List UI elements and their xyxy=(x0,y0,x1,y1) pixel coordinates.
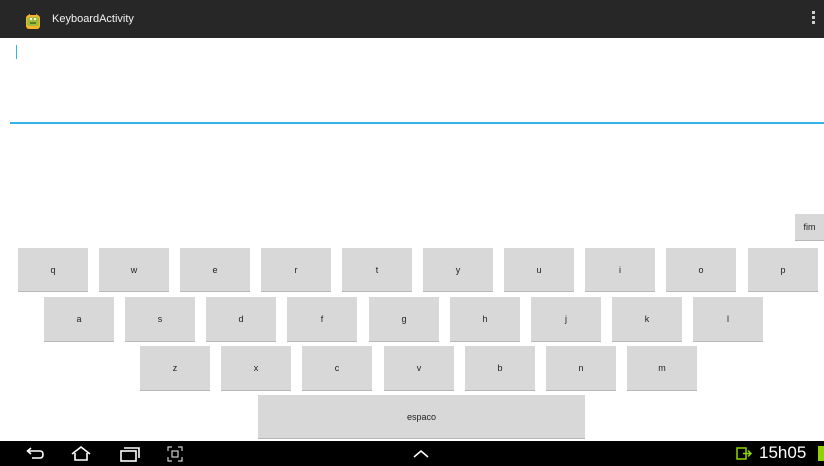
input-underline xyxy=(10,122,824,124)
key-o[interactable]: o xyxy=(666,248,736,292)
key-b[interactable]: b xyxy=(465,346,535,391)
back-icon[interactable] xyxy=(24,445,46,463)
space-key[interactable]: espaco xyxy=(258,395,585,439)
usb-icon xyxy=(736,447,753,460)
battery-icon xyxy=(818,446,824,461)
chevron-up-icon[interactable] xyxy=(410,445,432,463)
key-q[interactable]: q xyxy=(18,248,88,292)
key-k[interactable]: k xyxy=(612,297,682,342)
overflow-menu-icon[interactable] xyxy=(808,11,818,29)
key-a[interactable]: a xyxy=(44,297,114,342)
android-icon xyxy=(26,13,40,29)
recents-icon[interactable] xyxy=(118,445,142,463)
app-title: KeyboardActivity xyxy=(52,13,134,25)
key-p[interactable]: p xyxy=(748,248,818,292)
key-m[interactable]: m xyxy=(627,346,697,391)
key-y[interactable]: y xyxy=(423,248,493,292)
key-h[interactable]: h xyxy=(450,297,520,342)
system-navigation-bar: 15h05 xyxy=(0,441,824,466)
key-s[interactable]: s xyxy=(125,297,195,342)
key-i[interactable]: i xyxy=(585,248,655,292)
screenshot-icon[interactable] xyxy=(166,445,184,463)
key-j[interactable]: j xyxy=(531,297,601,342)
key-g[interactable]: g xyxy=(369,297,439,342)
key-w[interactable]: w xyxy=(99,248,169,292)
key-r[interactable]: r xyxy=(261,248,331,292)
key-d[interactable]: d xyxy=(206,297,276,342)
home-icon[interactable] xyxy=(69,445,93,463)
key-l[interactable]: l xyxy=(693,297,763,342)
key-z[interactable]: z xyxy=(140,346,210,391)
text-cursor xyxy=(16,45,17,59)
text-input[interactable] xyxy=(10,38,824,124)
key-f[interactable]: f xyxy=(287,297,357,342)
key-u[interactable]: u xyxy=(504,248,574,292)
clock-time: 15h05 xyxy=(759,443,807,462)
key-v[interactable]: v xyxy=(384,346,454,391)
key-x[interactable]: x xyxy=(221,346,291,391)
key-c[interactable]: c xyxy=(302,346,372,391)
action-bar: KeyboardActivity xyxy=(0,0,824,38)
done-button[interactable]: fim xyxy=(795,214,824,241)
key-n[interactable]: n xyxy=(546,346,616,391)
key-t[interactable]: t xyxy=(342,248,412,292)
key-e[interactable]: e xyxy=(180,248,250,292)
